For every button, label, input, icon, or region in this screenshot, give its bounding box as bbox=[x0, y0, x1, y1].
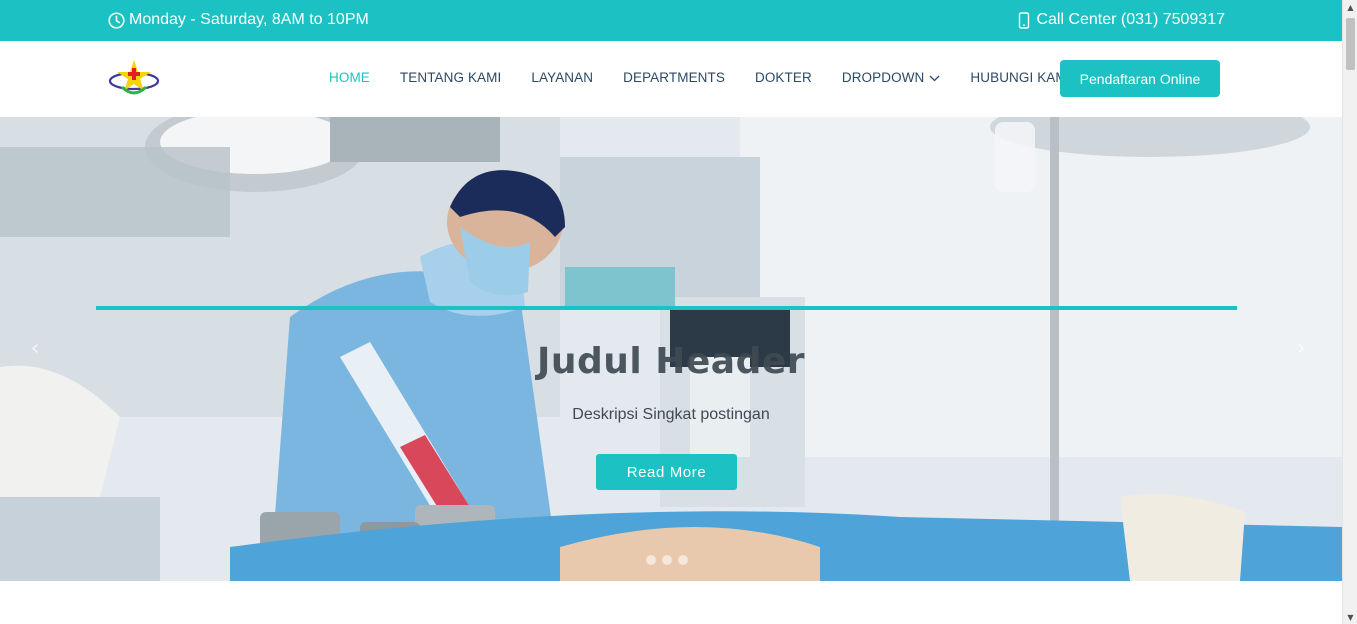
read-more-button[interactable]: Read More bbox=[596, 454, 737, 490]
nav-tentang-kami[interactable]: TENTANG KAMI bbox=[400, 70, 501, 85]
hero-carousel: Judul Header Deskripsi Singkat postingan… bbox=[0, 117, 1342, 581]
nav-dropdown-label: DROPDOWN bbox=[841, 70, 925, 85]
scroll-up-icon[interactable]: ▲ bbox=[1343, 0, 1357, 14]
scroll-down-icon[interactable]: ▼ bbox=[1343, 610, 1357, 624]
nav-home-label: HOME bbox=[329, 70, 370, 85]
online-registration-button[interactable]: Pendaftaran Online bbox=[1060, 60, 1220, 97]
nav-hubungi-kami[interactable]: HUBUNGI KAMI bbox=[970, 70, 1070, 85]
nav-dokter-label: DOKTER bbox=[754, 70, 812, 85]
page-scrollbar[interactable]: ▲ ▼ bbox=[1342, 0, 1357, 624]
nav-home[interactable]: HOME bbox=[329, 70, 370, 85]
main-nav: HOME TENTANG KAMI LAYANAN DEPARTMENTS DO… bbox=[329, 70, 1101, 85]
scroll-thumb[interactable] bbox=[1346, 18, 1355, 70]
nav-layanan[interactable]: LAYANAN bbox=[531, 70, 593, 85]
carousel-next-icon[interactable]: › bbox=[1288, 335, 1314, 361]
top-info-bar: Monday - Saturday, 8AM to 10PM Call Cent… bbox=[0, 0, 1342, 41]
hospital-logo[interactable] bbox=[108, 59, 162, 99]
site-header: HOME TENTANG KAMI LAYANAN DEPARTMENTS DO… bbox=[0, 41, 1342, 117]
phone-icon bbox=[1018, 11, 1030, 29]
nav-layanan-label: LAYANAN bbox=[531, 70, 594, 85]
call-center-text: Call Center (031) 7509317 bbox=[1036, 11, 1225, 28]
nav-departments[interactable]: DEPARTMENTS bbox=[623, 70, 725, 85]
nav-dropdown[interactable]: DROPDOWN bbox=[842, 70, 941, 85]
nav-dokter[interactable]: DOKTER bbox=[755, 70, 812, 85]
content-section bbox=[0, 581, 1342, 624]
opening-hours-text: Monday - Saturday, 8AM to 10PM bbox=[129, 11, 369, 28]
opening-hours: Monday - Saturday, 8AM to 10PM bbox=[108, 11, 369, 29]
nav-hubungi-kami-label: HUBUNGI KAMI bbox=[970, 70, 1071, 85]
chevron-down-icon bbox=[929, 70, 940, 85]
carousel-prev-icon[interactable]: ‹ bbox=[22, 335, 48, 361]
nav-departments-label: DEPARTMENTS bbox=[623, 70, 725, 85]
carousel-indicator[interactable] bbox=[678, 555, 688, 565]
carousel-indicator[interactable] bbox=[662, 555, 672, 565]
nav-tentang-kami-label: TENTANG KAMI bbox=[399, 70, 502, 85]
clock-icon bbox=[108, 11, 125, 29]
hero-accent-line bbox=[96, 306, 1237, 310]
hero-title: Judul Header bbox=[536, 341, 806, 382]
call-center[interactable]: Call Center (031) 7509317 bbox=[1018, 11, 1225, 29]
hero-description: Deskripsi Singkat postingan bbox=[572, 406, 770, 423]
carousel-indicator[interactable] bbox=[646, 555, 656, 565]
